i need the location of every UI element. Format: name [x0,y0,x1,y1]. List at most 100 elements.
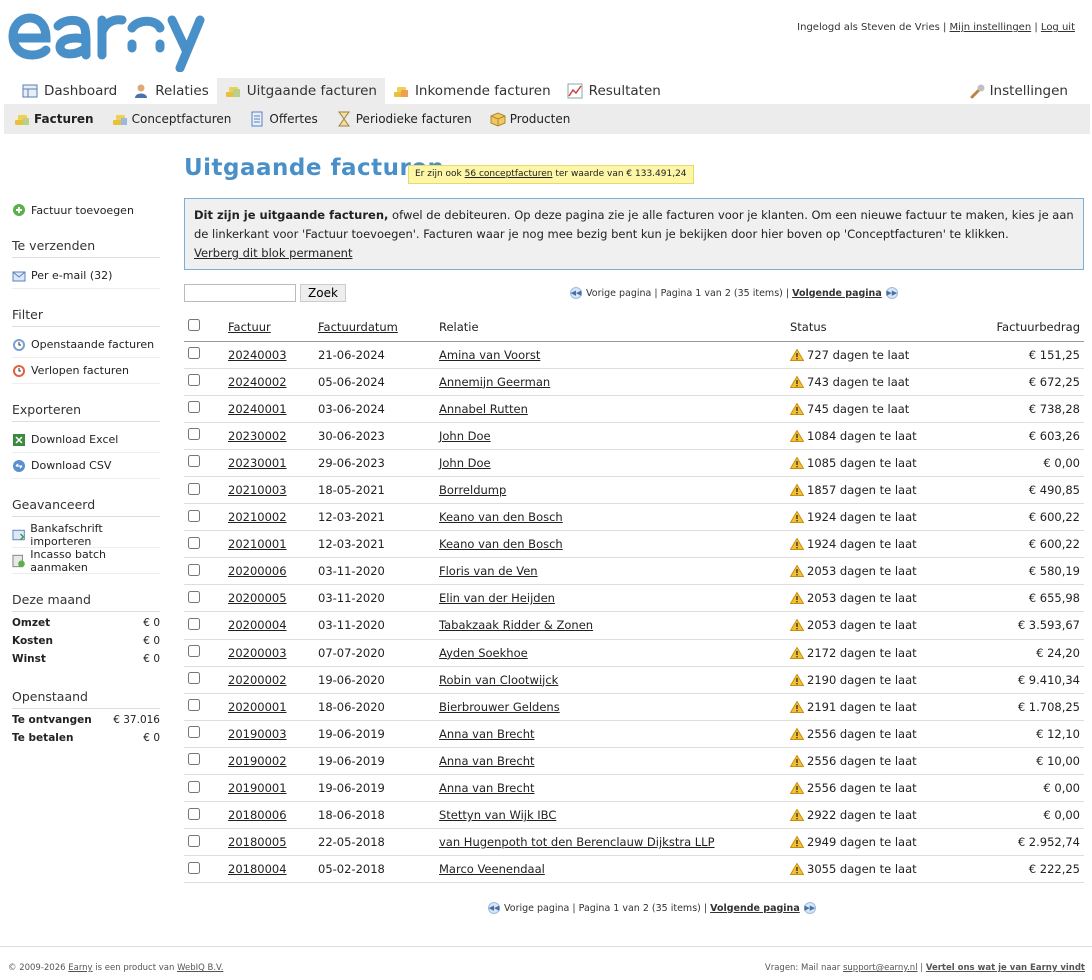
prev-page-icon[interactable]: ◀◀ [488,902,500,914]
prev-page-icon[interactable]: ◀◀ [570,287,582,299]
subnav-periodieke-facturen[interactable]: Periodieke facturen [336,111,472,127]
invoice-number-link[interactable]: 20190001 [224,774,314,803]
relation-link[interactable]: Anna van Brecht [435,774,786,803]
bank-import-link[interactable]: Bankafschrift importeren [12,522,160,548]
relation-link[interactable]: Keano van den Bosch [435,530,786,559]
support-email-link[interactable]: support@earny.nl [843,963,918,973]
invoice-number-link[interactable]: 20190003 [224,720,314,748]
row-checkbox[interactable] [188,509,200,522]
invoice-number-link[interactable]: 20200001 [224,693,314,721]
row-checkbox[interactable] [188,780,200,793]
feedback-link[interactable]: Vertel ons wat je van Earny vindt [926,963,1085,973]
incasso-link[interactable]: Incasso batch aanmaken [12,548,160,574]
tab-resultaten[interactable]: Resultaten [559,78,669,104]
invoice-number-link[interactable]: 20180004 [224,855,314,884]
next-page-link[interactable]: Volgende pagina [710,903,800,914]
relation-link[interactable]: John Doe [435,449,786,477]
next-page-icon[interactable]: ▶▶ [885,287,898,299]
row-checkbox[interactable] [188,645,200,658]
subnav-offertes[interactable]: Offertes [249,111,318,127]
earny-logo[interactable] [6,8,206,76]
search-button[interactable]: Zoek [300,284,346,302]
tab-dashboard[interactable]: Dashboard [14,78,125,104]
hide-block-link[interactable]: Verberg dit blok permanent [194,244,1074,263]
col-date[interactable]: Factuurdatum [314,313,435,342]
prev-page-link[interactable]: Vorige pagina [504,903,569,914]
invoice-number-link[interactable]: 20200005 [224,584,314,613]
row-checkbox[interactable] [188,726,200,739]
invoice-number-link[interactable]: 20240003 [224,341,314,369]
download-csv-link[interactable]: Download CSV [12,453,160,479]
invoice-number-link[interactable]: 20240001 [224,395,314,423]
relation-link[interactable]: Stettyn van Wijk IBC [435,801,786,830]
invoice-number-link[interactable]: 20190002 [224,747,314,776]
invoice-number-link[interactable]: 20210002 [224,503,314,532]
row-checkbox[interactable] [188,672,200,685]
invoice-number-link[interactable]: 20230002 [224,422,314,450]
relation-link[interactable]: Bierbrouwer Geldens [435,693,786,721]
relation-link[interactable]: Borreldump [435,476,786,505]
row-checkbox[interactable] [188,617,200,630]
subnav-conceptfacturen[interactable]: Conceptfacturen [112,111,231,127]
tab-inkomende-facturen[interactable]: Inkomende facturen [385,78,559,104]
next-page-icon[interactable]: ▶▶ [803,902,816,914]
row-checkbox[interactable] [188,347,200,360]
relation-link[interactable]: Anna van Brecht [435,720,786,748]
relation-link[interactable]: Floris van de Ven [435,557,786,586]
webiq-link[interactable]: WebIQ B.V. [177,963,223,973]
row-checkbox[interactable] [188,482,200,495]
relation-link[interactable]: Annemijn Geerman [435,368,786,396]
invoice-number-link[interactable]: 20200003 [224,639,314,667]
search-input[interactable] [184,284,296,302]
row-checkbox[interactable] [188,590,200,603]
row-checkbox[interactable] [188,401,200,414]
relation-link[interactable]: Tabakzaak Ridder & Zonen [435,611,786,640]
relation-link[interactable]: Marco Veenendaal [435,855,786,884]
download-excel-link[interactable]: Download Excel [12,427,160,453]
relation-link[interactable]: Robin van Clootwijck [435,666,786,694]
col-invoice[interactable]: Factuur [224,313,314,342]
prev-page-link[interactable]: Vorige pagina [586,288,651,299]
invoice-number-link[interactable]: 20210001 [224,530,314,559]
row-checkbox[interactable] [188,753,200,766]
filter-expired-link[interactable]: Verlopen facturen [12,358,160,384]
relation-link[interactable]: Ayden Soekhoe [435,639,786,667]
row-checkbox[interactable] [188,834,200,847]
invoice-number-link[interactable]: 20210003 [224,476,314,505]
row-checkbox[interactable] [188,699,200,712]
subnav-producten[interactable]: Producten [490,111,570,127]
settings-link[interactable]: Instellingen [970,78,1068,104]
per-email-link[interactable]: Per e-mail (32) [12,263,160,289]
tab-uitgaande-facturen[interactable]: Uitgaande facturen [216,78,385,104]
row-checkbox[interactable] [188,536,200,549]
select-all-checkbox[interactable] [188,319,200,332]
invoice-number-link[interactable]: 20230001 [224,449,314,477]
invoice-number-link[interactable]: 20200004 [224,611,314,640]
invoice-number-link[interactable]: 20200002 [224,666,314,694]
relation-link[interactable]: Anna van Brecht [435,747,786,776]
next-page-link[interactable]: Volgende pagina [792,288,882,299]
add-invoice-button[interactable]: Factuur toevoegen [12,200,160,220]
invoice-number-link[interactable]: 20180006 [224,801,314,830]
row-checkbox[interactable] [188,807,200,820]
invoice-number-link[interactable]: 20200006 [224,557,314,586]
relation-link[interactable]: Keano van den Bosch [435,503,786,532]
relation-link[interactable]: John Doe [435,422,786,450]
invoice-number-link[interactable]: 20240002 [224,368,314,396]
logout-link[interactable]: Log uit [1041,22,1075,33]
invoice-number-link[interactable]: 20180005 [224,828,314,857]
tab-relaties[interactable]: Relaties [125,78,217,104]
subnav-facturen[interactable]: Facturen [14,111,94,127]
relation-link[interactable]: Annabel Rutten [435,395,786,423]
relation-link[interactable]: Amina van Voorst [435,341,786,369]
my-settings-link[interactable]: Mijn instellingen [950,22,1032,33]
row-checkbox[interactable] [188,455,200,468]
relation-link[interactable]: Elin van der Heijden [435,584,786,613]
relation-link[interactable]: van Hugenpoth tot den Berenclauw Dijkstr… [435,828,786,857]
row-checkbox[interactable] [188,861,200,874]
row-checkbox[interactable] [188,563,200,576]
row-checkbox[interactable] [188,428,200,441]
filter-open-link[interactable]: Openstaande facturen [12,332,160,358]
row-checkbox[interactable] [188,374,200,387]
concept-link[interactable]: 56 conceptfacturen [465,169,553,179]
